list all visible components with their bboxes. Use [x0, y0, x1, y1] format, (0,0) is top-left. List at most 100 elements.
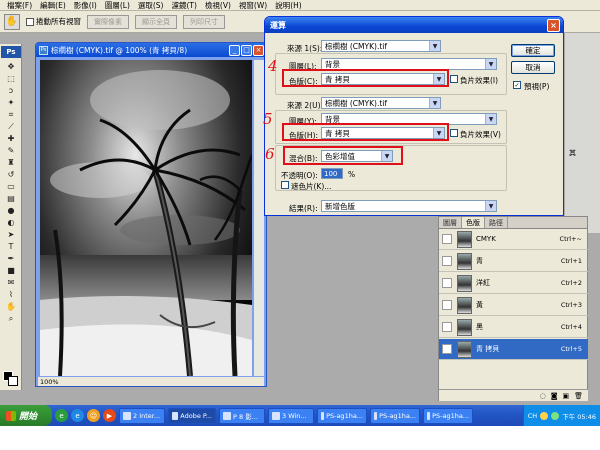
chevron-down-icon[interactable]: ▼: [485, 59, 496, 69]
visibility-toggle[interactable]: [442, 234, 452, 244]
source1-invert-checkbox[interactable]: [450, 75, 458, 83]
tray-icon[interactable]: [551, 411, 560, 420]
media-quicklaunch-icon[interactable]: ▶: [103, 409, 116, 422]
tray-icon[interactable]: [540, 411, 549, 420]
fit-screen-button[interactable]: 顯示全頁: [135, 14, 177, 29]
zoom-level[interactable]: 100%: [40, 378, 59, 386]
shape-tool-icon[interactable]: ■: [3, 265, 19, 276]
dodge-tool-icon[interactable]: ◐: [3, 217, 19, 228]
ie-quicklaunch-icon[interactable]: e: [71, 409, 84, 422]
gradient-tool-icon[interactable]: ▤: [3, 193, 19, 204]
crop-tool-icon[interactable]: ⌗: [3, 109, 19, 120]
trash-icon[interactable]: 🗑: [574, 392, 583, 400]
taskbar-item[interactable]: P 8 影...: [219, 407, 265, 424]
source2-file-select[interactable]: 棕櫚樹 (CMYK).tif ▼: [321, 97, 441, 109]
stamp-tool-icon[interactable]: ♜: [3, 157, 19, 168]
scroll-all-windows-option[interactable]: 捲動所有視窗: [26, 16, 81, 27]
background-color-swatch[interactable]: [8, 376, 18, 386]
eyedropper-icon[interactable]: ⌇: [3, 289, 19, 300]
magic-wand-icon[interactable]: ✦: [3, 97, 19, 108]
visibility-toggle[interactable]: [442, 300, 452, 310]
taskbar-item[interactable]: 3 Win...: [268, 407, 314, 424]
browser-quicklaunch-icon[interactable]: e: [55, 409, 68, 422]
document-titlebar[interactable]: Ps 棕櫚樹 (CMYK).tif @ 100% (青 拷貝/8) _ □ ×: [36, 43, 266, 57]
channel-row-cyan-copy[interactable]: 👁 青 拷貝 Ctrl+5: [439, 339, 588, 360]
marquee-tool-icon[interactable]: ⬚: [3, 73, 19, 84]
start-button[interactable]: 開始: [0, 405, 52, 426]
menu-select[interactable]: 選取(S): [134, 0, 168, 11]
channel-row-cyan[interactable]: 青 Ctrl+1: [439, 251, 588, 272]
taskbar-item[interactable]: 2 Inter...: [119, 407, 165, 424]
ok-button[interactable]: 確定: [511, 44, 555, 57]
mask-label[interactable]: 遮色片(K)...: [291, 181, 331, 192]
hand-tool-icon[interactable]: ✋: [3, 301, 19, 312]
channel-row-yellow[interactable]: 黃 Ctrl+3: [439, 295, 588, 316]
window-icon: [321, 411, 325, 420]
tab-layers[interactable]: 圖層: [439, 217, 462, 228]
zoom-tool-icon[interactable]: ⌕: [3, 313, 19, 324]
preview-checkbox[interactable]: ✓: [513, 81, 521, 89]
chevron-down-icon[interactable]: ▼: [485, 201, 496, 211]
source2-invert-checkbox[interactable]: [450, 129, 458, 137]
taskbar-item-active[interactable]: Adobe P...: [168, 407, 216, 424]
visibility-toggle[interactable]: [442, 256, 452, 266]
healing-brush-icon[interactable]: ✚: [3, 133, 19, 144]
menu-image[interactable]: 影像(I): [70, 0, 101, 11]
hand-tool-icon[interactable]: ✋: [4, 13, 20, 30]
chevron-down-icon[interactable]: ▼: [429, 98, 440, 108]
pen-tool-icon[interactable]: ✒: [3, 253, 19, 264]
mask-checkbox[interactable]: [281, 181, 289, 189]
eraser-tool-icon[interactable]: ▭: [3, 181, 19, 192]
close-icon[interactable]: ×: [547, 18, 560, 32]
eye-icon[interactable]: 👁: [442, 344, 452, 354]
new-channel-icon[interactable]: ▣: [562, 392, 569, 400]
taskbar-item[interactable]: PS-ag1ha...: [317, 407, 367, 424]
scroll-all-checkbox[interactable]: [26, 18, 34, 26]
taskbar-item[interactable]: PS-ag1ha...: [423, 407, 473, 424]
opacity-input[interactable]: 100: [321, 168, 343, 179]
messenger-quicklaunch-icon[interactable]: ☺: [87, 409, 100, 422]
move-tool-icon[interactable]: ✥: [3, 61, 19, 72]
dialog-titlebar[interactable]: 運算 ×: [265, 17, 563, 33]
maximize-icon[interactable]: □: [241, 44, 252, 56]
notes-tool-icon[interactable]: ✉: [3, 277, 19, 288]
print-size-button[interactable]: 列印尺寸: [183, 14, 225, 29]
load-selection-icon[interactable]: ◌: [540, 392, 546, 400]
chevron-down-icon[interactable]: ▼: [429, 41, 440, 51]
result-select[interactable]: 新增色版 ▼: [321, 200, 497, 212]
path-select-icon[interactable]: ➤: [3, 229, 19, 240]
visibility-toggle[interactable]: [442, 278, 452, 288]
menu-file[interactable]: 檔案(F): [3, 0, 36, 11]
blur-tool-icon[interactable]: ●: [3, 205, 19, 216]
visibility-toggle[interactable]: [442, 322, 452, 332]
cancel-button[interactable]: 取消: [511, 61, 555, 74]
image-canvas[interactable]: [40, 60, 252, 376]
history-brush-icon[interactable]: ↺: [3, 169, 19, 180]
source1-invert-label: 負片效果(I): [460, 76, 499, 85]
channel-row-magenta[interactable]: 洋紅 Ctrl+2: [439, 273, 588, 294]
tab-paths[interactable]: 路徑: [485, 217, 508, 228]
lasso-tool-icon[interactable]: ↄ: [3, 85, 19, 96]
channel-row-black[interactable]: 黑 Ctrl+4: [439, 317, 588, 338]
slice-tool-icon[interactable]: ⟋: [3, 121, 19, 132]
menu-help[interactable]: 說明(H): [271, 0, 306, 11]
actual-pixels-button[interactable]: 實際像素: [87, 14, 129, 29]
menu-view[interactable]: 檢視(V): [201, 0, 235, 11]
channel-row-cmyk[interactable]: CMYK Ctrl+~: [439, 229, 588, 250]
menu-layer[interactable]: 圖層(L): [101, 0, 134, 11]
source1-file-select[interactable]: 棕櫚樹 (CMYK).tif ▼: [321, 40, 441, 52]
brush-tool-icon[interactable]: ✎: [3, 145, 19, 156]
vertical-scrollbar[interactable]: [254, 60, 264, 376]
close-icon[interactable]: ×: [253, 44, 264, 56]
minimize-icon[interactable]: _: [229, 44, 240, 56]
type-tool-icon[interactable]: T: [3, 241, 19, 252]
menu-edit[interactable]: 編輯(E): [36, 0, 70, 11]
tab-channels[interactable]: 色版: [462, 217, 485, 228]
chevron-down-icon[interactable]: ▼: [485, 114, 496, 124]
language-indicator[interactable]: CH: [528, 412, 537, 420]
menu-window[interactable]: 視窗(W): [235, 0, 271, 11]
channel-thumbnail: [457, 252, 472, 270]
menu-filter[interactable]: 濾鏡(T): [168, 0, 201, 11]
save-selection-icon[interactable]: ◙: [551, 392, 558, 400]
taskbar-item[interactable]: PS-ag1ha...: [370, 407, 420, 424]
